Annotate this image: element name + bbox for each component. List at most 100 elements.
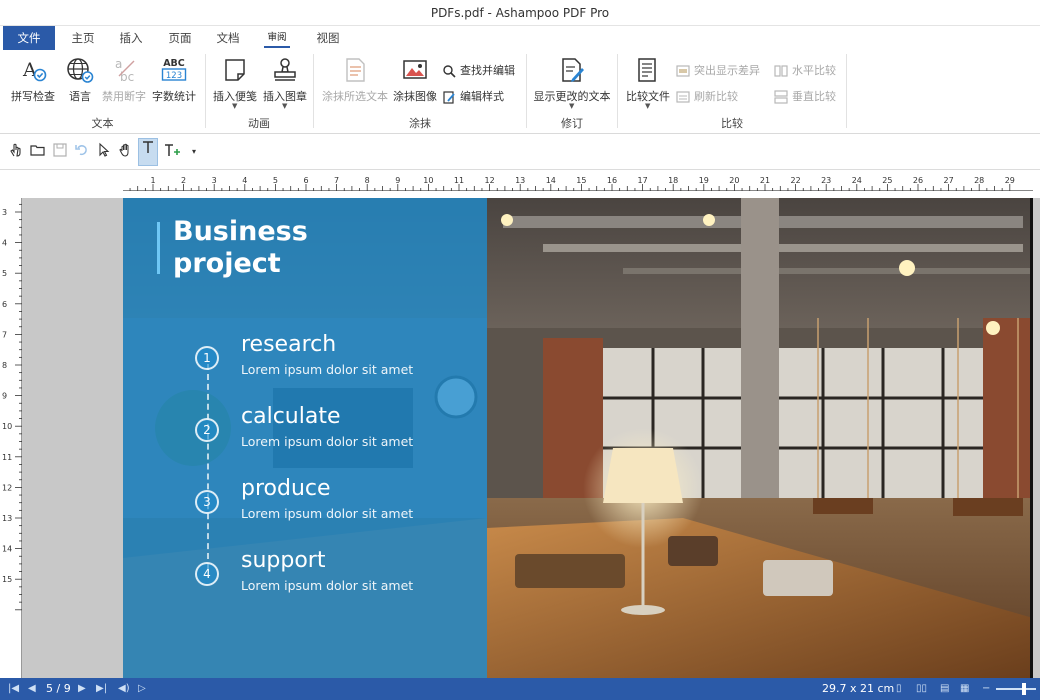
ruler-label: 13 xyxy=(515,176,525,185)
ruler-label: 26 xyxy=(913,176,923,185)
image-icon xyxy=(403,60,427,79)
ruler-label: 7 xyxy=(2,330,7,339)
customize-toolbar-icon[interactable]: ▾ xyxy=(184,142,204,162)
add-text-icon[interactable] xyxy=(162,142,182,162)
step-number: 3 xyxy=(195,490,219,514)
insert-note-button[interactable]: 插入便笺 ▼ xyxy=(210,54,260,110)
ruler-label: 3 xyxy=(212,176,217,185)
next-page-icon[interactable]: ▶ xyxy=(78,678,86,700)
ruler-corner xyxy=(0,170,123,198)
language-label: 语言 xyxy=(69,90,91,103)
document-workspace[interactable]: Business project 1 research Lorem ipsum … xyxy=(22,198,1040,678)
status-bar: |◀ ◀ 5 / 9 ▶ ▶| ◀) ▷ 29.7 x 21 cm ▯ ▯▯ ▤… xyxy=(0,678,1040,700)
ruler-label: 25 xyxy=(882,176,892,185)
document-page[interactable]: Business project 1 research Lorem ipsum … xyxy=(123,198,1033,678)
page-indicator[interactable]: 5 / 9 xyxy=(46,678,71,700)
find-and-redact-button[interactable]: 查找并编辑 xyxy=(440,62,515,80)
chevron-down-icon: ▼ xyxy=(232,102,238,110)
spellcheck-button[interactable]: A 拼写检查 xyxy=(6,54,60,110)
ruler-label: 11 xyxy=(454,176,464,185)
step-number: 4 xyxy=(195,562,219,586)
tab-review[interactable]: 审阅 xyxy=(262,26,292,50)
step-number: 2 xyxy=(195,418,219,442)
chevron-down-icon: ▼ xyxy=(282,102,288,110)
ruler-label: 5 xyxy=(2,269,7,278)
globe-icon xyxy=(67,58,94,83)
ruler-label: 4 xyxy=(2,239,7,248)
tab-view[interactable]: 视图 xyxy=(308,26,348,50)
hyphenation-button: a bc 禁用断字 xyxy=(100,54,148,110)
previous-page-icon[interactable]: ◀ xyxy=(28,678,36,700)
step-subtitle: Lorem ipsum dolor sit amet xyxy=(241,434,414,449)
step-title: research xyxy=(241,332,337,357)
zoom-slider-thumb[interactable] xyxy=(1022,683,1026,695)
redact-image-button[interactable]: 涂抹图像 xyxy=(392,54,438,110)
forward-icon[interactable]: ▷ xyxy=(138,678,146,700)
vertical-split-icon xyxy=(774,90,788,104)
steps-connector xyxy=(207,364,209,569)
compare-files-button[interactable]: 比较文件 ▼ xyxy=(622,54,674,110)
zoom-slider[interactable] xyxy=(996,688,1036,690)
language-button[interactable]: 语言 xyxy=(60,54,100,110)
save-icon xyxy=(50,142,70,162)
text-tool-icon[interactable] xyxy=(138,138,158,166)
highlight-diff-button: 突出显示差异 xyxy=(674,62,760,80)
ruler-label: 8 xyxy=(365,176,370,185)
back-icon[interactable]: ◀) xyxy=(118,678,130,700)
tab-document[interactable]: 文档 xyxy=(208,26,248,50)
ruler-label: 4 xyxy=(242,176,247,185)
search-icon xyxy=(443,65,456,78)
revise-group: 显示更改的文本 ▼ 修订 xyxy=(527,50,617,134)
ruler-label: 6 xyxy=(303,176,308,185)
redact-text-icon xyxy=(346,58,365,82)
vertical-ruler-scale: 3 4 5 6 7 8 9 10 11 12 13 14 15 xyxy=(2,203,22,611)
tab-page[interactable]: 页面 xyxy=(160,26,200,50)
ruler-label: 21 xyxy=(760,176,770,185)
open-folder-icon[interactable] xyxy=(28,142,48,162)
step-subtitle: Lorem ipsum dolor sit amet xyxy=(241,362,414,377)
pointer-hand-icon[interactable] xyxy=(6,142,26,162)
hyphenation-icon: a bc xyxy=(115,57,135,84)
select-arrow-icon[interactable] xyxy=(94,142,114,162)
zoom-out-icon[interactable]: − xyxy=(982,678,990,700)
ruler-label: 14 xyxy=(546,176,556,185)
document-heading: Business project xyxy=(173,216,308,280)
ruler-label: 12 xyxy=(2,483,12,492)
hand-tool-icon[interactable] xyxy=(116,142,136,162)
fit-width-icon[interactable]: ▦ xyxy=(960,678,969,700)
edit-style-button[interactable]: 编辑样式 xyxy=(440,88,504,106)
refresh-compare-label: 刷新比较 xyxy=(694,90,738,103)
insert-stamp-button[interactable]: 插入图章 ▼ xyxy=(260,54,310,110)
window-title: PDFs.pdf - Ashampoo PDF Pro xyxy=(0,0,1040,26)
continuous-view-icon[interactable]: ▤ xyxy=(940,678,949,700)
page-edge xyxy=(1030,198,1033,678)
tab-file[interactable]: 文件 xyxy=(3,26,55,50)
annotation-group: 插入便笺 ▼ 插入图章 ▼ 动画 xyxy=(206,50,312,134)
word-count-button[interactable]: ABC 123 字数统计 xyxy=(148,54,200,110)
tab-home[interactable]: 主页 xyxy=(64,26,102,50)
single-page-view-icon[interactable]: ▯ xyxy=(896,678,902,700)
document-edit-icon xyxy=(562,58,584,82)
first-page-icon[interactable]: |◀ xyxy=(8,678,19,700)
find-and-redact-label: 查找并编辑 xyxy=(460,64,515,77)
ruler-label: 12 xyxy=(485,176,495,185)
horizontal-compare-button: 水平比较 xyxy=(772,62,836,80)
ribbon: A 拼写检查 语言 a bc 禁用断字 ABC 123 字数统计 文本 插入便笺… xyxy=(0,50,1040,134)
page-size: 29.7 x 21 cm xyxy=(822,682,895,695)
word-count-icon-num: 123 xyxy=(166,71,182,81)
ruler-label: 10 xyxy=(423,176,433,185)
ruler-label: 9 xyxy=(395,176,400,185)
heading-line-2: project xyxy=(173,248,281,279)
vertical-ruler: 3 4 5 6 7 8 9 10 11 12 13 14 15 xyxy=(0,198,22,678)
redact-selected-text-button: 涂抹所选文本 xyxy=(318,54,392,110)
ruler-label: 19 xyxy=(699,176,709,185)
show-changed-text-button[interactable]: 显示更改的文本 ▼ xyxy=(529,54,615,110)
last-page-icon[interactable]: ▶| xyxy=(96,678,107,700)
horizontal-ruler: 1 2 3 4 5 6 7 8 9 10 11 12 13 14 15 16 17 18 19 20 21 22 23 24 2… xyxy=(123,175,1033,191)
tab-insert[interactable]: 插入 xyxy=(112,26,150,50)
edit-style-icon xyxy=(443,91,455,104)
ruler-label: 11 xyxy=(2,453,12,462)
ruler-label: 14 xyxy=(2,545,12,554)
quick-access-toolbar: ▾ xyxy=(0,134,1040,170)
two-page-view-icon[interactable]: ▯▯ xyxy=(916,678,927,700)
